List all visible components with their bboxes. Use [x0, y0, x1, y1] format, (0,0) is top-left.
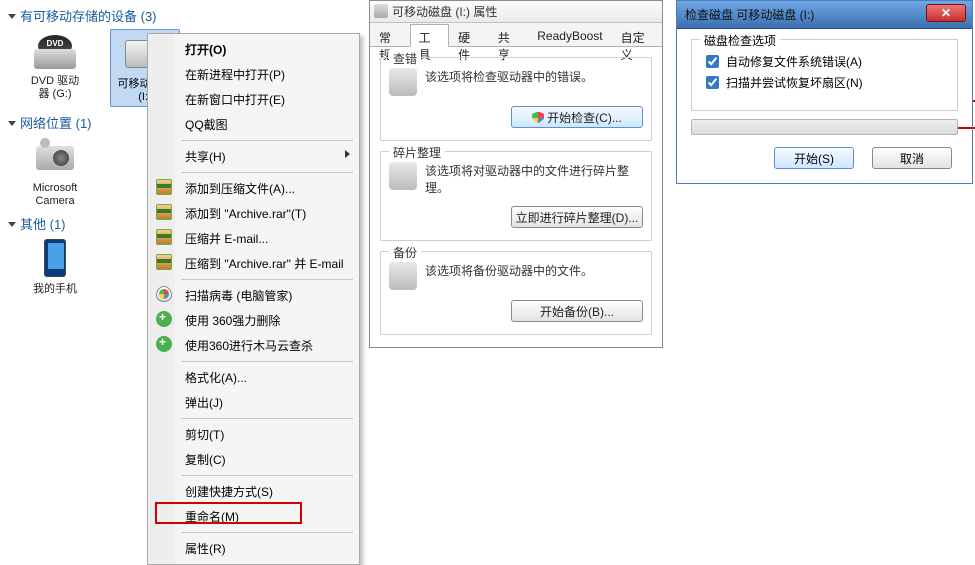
- start-backup-button[interactable]: 开始备份(B)...: [511, 300, 643, 322]
- group-desc: 该选项将检查驱动器中的错误。: [425, 68, 643, 85]
- menu-copy[interactable]: 复制(C): [151, 447, 356, 472]
- phone-icon: [30, 237, 80, 281]
- drive-icon: [374, 4, 388, 18]
- defrag-icon: [389, 162, 417, 190]
- menu-eject[interactable]: 弹出(J): [151, 390, 356, 415]
- tab-tools[interactable]: 工具: [410, 24, 450, 47]
- option-scan-bad-sectors[interactable]: 扫描并尝试恢复坏扇区(N): [702, 73, 947, 92]
- 360-icon: [156, 311, 172, 327]
- menu-separator: [181, 361, 353, 362]
- menu-360-trojan-scan[interactable]: 使用360进行木马云查杀: [151, 333, 356, 358]
- dialog-title: 检查磁盘 可移动磁盘 (I:) ✕: [677, 1, 972, 29]
- group-legend: 查错: [389, 50, 421, 67]
- menu-separator: [181, 532, 353, 533]
- menu-separator: [181, 418, 353, 419]
- camera-icon: [30, 136, 80, 180]
- menu-rename[interactable]: 重命名(M): [151, 504, 356, 529]
- menu-share[interactable]: 共享(H): [151, 144, 356, 169]
- group-legend: 碎片整理: [389, 144, 445, 161]
- autofix-checkbox[interactable]: [706, 55, 719, 68]
- menu-compress-email[interactable]: 压缩并 E-mail...: [151, 226, 356, 251]
- menu-qq-capture[interactable]: QQ截图: [151, 112, 356, 137]
- cancel-button[interactable]: 取消: [872, 147, 952, 169]
- rar-icon: [156, 179, 172, 195]
- start-check-button[interactable]: 开始检查(C)...: [511, 106, 643, 128]
- menu-360-force-delete[interactable]: 使用 360强力删除: [151, 308, 356, 333]
- menu-add-archive-rar[interactable]: 添加到 "Archive.rar"(T): [151, 201, 356, 226]
- menu-format[interactable]: 格式化(A)...: [151, 365, 356, 390]
- close-button[interactable]: ✕: [926, 4, 966, 22]
- uac-shield-icon: [532, 112, 544, 124]
- collapse-arrow-icon: [8, 121, 16, 126]
- device-camera[interactable]: MicrosoftCamera: [20, 136, 90, 208]
- option-label: 自动修复文件系统错误(A): [726, 53, 862, 70]
- context-menu: 打开(O) 在新进程中打开(P) 在新窗口中打开(E) QQ截图 共享(H) 添…: [147, 33, 360, 565]
- menu-scan-virus[interactable]: 扫描病毒 (电脑管家): [151, 283, 356, 308]
- 360-icon: [156, 336, 172, 352]
- menu-properties[interactable]: 属性(R): [151, 536, 356, 561]
- option-autofix[interactable]: 自动修复文件系统错误(A): [702, 52, 947, 71]
- tab-share[interactable]: 共享: [489, 24, 529, 47]
- rar-icon: [156, 204, 172, 220]
- menu-create-shortcut[interactable]: 创建快捷方式(S): [151, 479, 356, 504]
- menu-separator: [181, 475, 353, 476]
- check-disk-dialog: 检查磁盘 可移动磁盘 (I:) ✕ 磁盘检查选项 自动修复文件系统错误(A) 扫…: [676, 0, 973, 184]
- dialog-button-row: 开始(S) 取消: [677, 147, 972, 183]
- drive-label: DVD 驱动器 (G:): [20, 75, 90, 101]
- collapse-arrow-icon: [8, 222, 16, 227]
- menu-add-archive[interactable]: 添加到压缩文件(A)...: [151, 176, 356, 201]
- rar-icon: [156, 229, 172, 245]
- group-backup: 备份 该选项将备份驱动器中的文件。 开始备份(B)...: [380, 251, 652, 335]
- check-disk-icon: [389, 68, 417, 96]
- submenu-arrow-icon: [345, 150, 350, 158]
- menu-open[interactable]: 打开(O): [151, 37, 356, 62]
- progress-bar: [691, 119, 958, 135]
- tab-general[interactable]: 常规: [370, 24, 410, 47]
- menu-cut[interactable]: 剪切(T): [151, 422, 356, 447]
- group-desc: 该选项将对驱动器中的文件进行碎片整理。: [425, 162, 643, 196]
- menu-separator: [181, 172, 353, 173]
- group-legend: 磁盘检查选项: [700, 32, 780, 49]
- tab-strip: 常规 工具 硬件 共享 ReadyBoost 自定义: [370, 23, 662, 47]
- option-label: 扫描并尝试恢复坏扇区(N): [726, 74, 863, 91]
- group-check-errors: 查错 该选项将检查驱动器中的错误。 开始检查(C)...: [380, 57, 652, 141]
- device-label: MicrosoftCamera: [20, 182, 90, 208]
- category-removable[interactable]: 有可移动存储的设备 (3): [8, 6, 364, 25]
- tab-readyboost[interactable]: ReadyBoost: [528, 24, 611, 47]
- dvd-drive-icon: [30, 29, 80, 73]
- defrag-now-button[interactable]: 立即进行碎片整理(D)...: [511, 206, 643, 228]
- scan-bad-checkbox[interactable]: [706, 76, 719, 89]
- group-desc: 该选项将备份驱动器中的文件。: [425, 262, 643, 279]
- menu-open-new-process[interactable]: 在新进程中打开(P): [151, 62, 356, 87]
- backup-icon: [389, 262, 417, 290]
- menu-open-new-window[interactable]: 在新窗口中打开(E): [151, 87, 356, 112]
- group-defrag: 碎片整理 该选项将对驱动器中的文件进行碎片整理。 立即进行碎片整理(D)...: [380, 151, 652, 241]
- shield-icon: [156, 286, 172, 302]
- tab-custom[interactable]: 自定义: [612, 24, 662, 47]
- menu-separator: [181, 279, 353, 280]
- group-check-options: 磁盘检查选项 自动修复文件系统错误(A) 扫描并尝试恢复坏扇区(N): [691, 39, 958, 111]
- drive-dvd[interactable]: DVD 驱动器 (G:): [20, 29, 90, 107]
- device-phone[interactable]: 我的手机: [20, 237, 90, 296]
- start-button[interactable]: 开始(S): [774, 147, 854, 169]
- tab-hardware[interactable]: 硬件: [449, 24, 489, 47]
- menu-separator: [181, 140, 353, 141]
- menu-compress-email-rar[interactable]: 压缩到 "Archive.rar" 并 E-mail: [151, 251, 356, 276]
- collapse-arrow-icon: [8, 14, 16, 19]
- rar-icon: [156, 254, 172, 270]
- dialog-title: 可移动磁盘 (I:) 属性: [370, 1, 662, 23]
- device-label: 我的手机: [20, 283, 90, 296]
- properties-dialog: 可移动磁盘 (I:) 属性 常规 工具 硬件 共享 ReadyBoost 自定义…: [369, 0, 663, 348]
- group-legend: 备份: [389, 244, 421, 261]
